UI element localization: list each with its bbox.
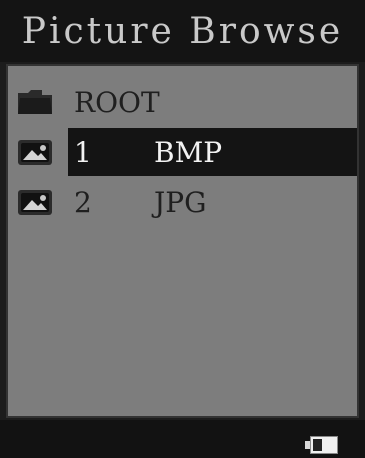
status-bar [0,420,365,458]
battery-level [313,439,322,451]
file-list: ROOT 1 BMP 2 JPG [6,64,359,418]
title-bar: Picture Browse [0,0,365,62]
picture-file-icon [18,190,52,215]
list-item-label: ROOT [74,85,160,119]
folder-icon [18,90,52,114]
item-index: 2 [74,185,92,219]
page-title: Picture Browse [21,10,344,52]
list-item-1[interactable]: 1 BMP [8,128,357,176]
list-item-root[interactable]: ROOT [8,78,357,126]
device-screen: Picture Browse ROOT 1 BMP 2 JPG [0,0,365,458]
item-type: BMP [154,135,223,169]
battery-icon [310,436,338,454]
item-type: JPG [154,185,207,219]
list-item-2[interactable]: 2 JPG [8,178,357,226]
item-index: 1 [74,135,92,169]
picture-file-icon [18,140,52,165]
